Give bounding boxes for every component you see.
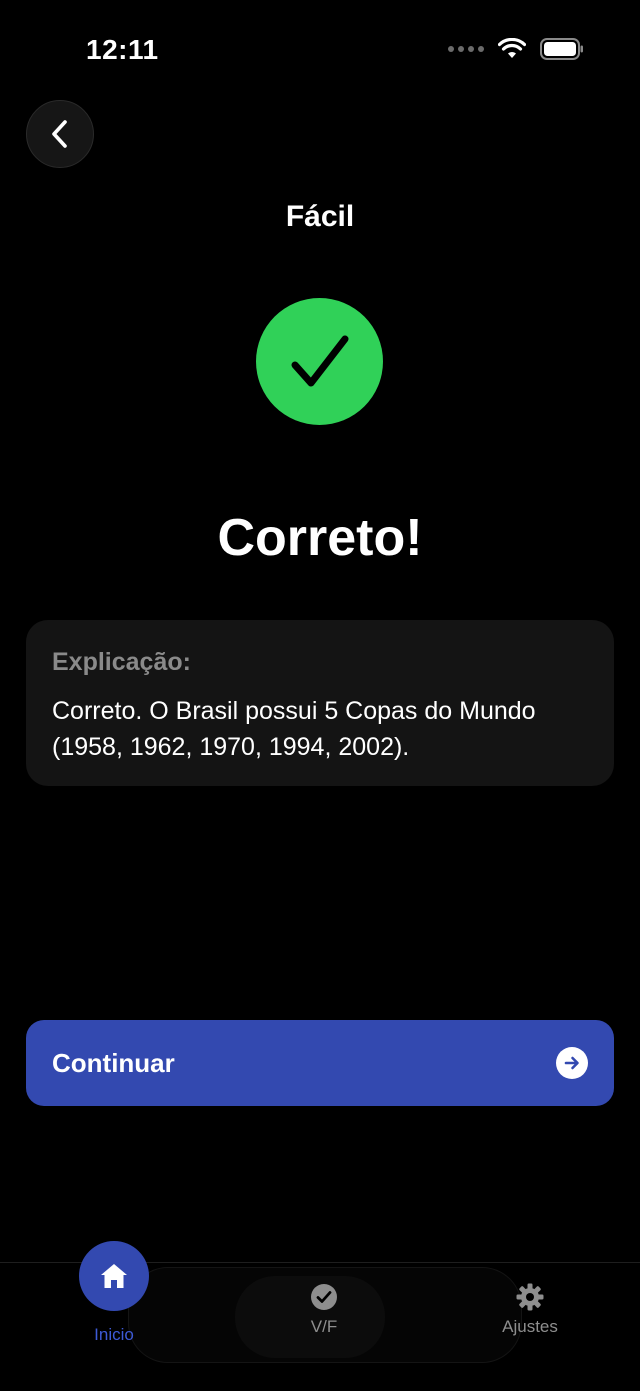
home-icon <box>79 1241 149 1311</box>
explanation-card: Explicação: Correto. O Brasil possui 5 C… <box>26 620 614 786</box>
continue-button[interactable]: Continuar <box>26 1020 614 1106</box>
status-icons <box>448 38 584 60</box>
page-title: Fácil <box>285 200 355 233</box>
continue-label: Continuar <box>52 1047 175 1078</box>
check-circle-icon <box>311 1284 337 1310</box>
result-title: Correto! <box>217 509 423 567</box>
tab-ajustes[interactable]: Ajustes <box>480 1283 580 1337</box>
chevron-left-icon <box>52 120 67 148</box>
wifi-icon <box>498 38 526 58</box>
tab-vf[interactable]: V/F <box>274 1283 374 1337</box>
explanation-label: Explicação: <box>52 648 191 676</box>
arrow-right-circle-icon <box>556 1047 588 1079</box>
result-badge <box>256 298 383 425</box>
tab-bar: Inicio V/F Ajustes <box>0 1241 640 1391</box>
status-time: 12:11 <box>86 34 159 65</box>
back-button[interactable] <box>26 100 94 168</box>
checkmark-icon <box>291 335 348 386</box>
tab-label-ajustes: Ajustes <box>502 1317 558 1336</box>
explanation-text: Correto. O Brasil possui 5 Copas do Mund… <box>52 697 536 761</box>
tab-label-vf: V/F <box>310 1317 338 1336</box>
tab-inicio[interactable]: Inicio <box>64 1241 164 1345</box>
battery-icon <box>540 38 583 60</box>
gear-icon <box>516 1283 544 1311</box>
status-bar: 12:11 <box>0 0 640 100</box>
cellular-signal-icon <box>448 46 484 52</box>
tab-label-inicio: Inicio <box>94 1325 134 1344</box>
